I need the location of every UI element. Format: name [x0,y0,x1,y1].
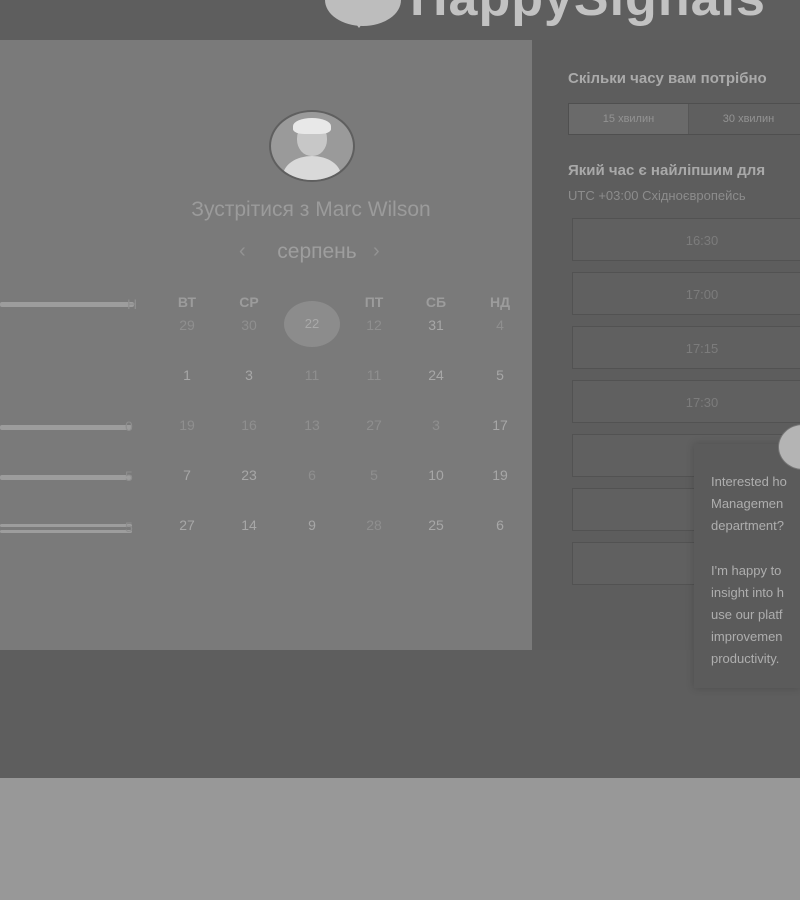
calendar-day[interactable]: 5 [349,467,399,483]
chat-line: department? [711,518,784,533]
line-label: 5 [125,468,133,484]
chat-popup[interactable]: Interested ho Managemen department? I'm … [694,444,800,688]
line-label: H [127,296,138,312]
calendar-day[interactable]: 4 [475,317,525,333]
calendar-day[interactable]: 24 [411,367,461,383]
calendar-day[interactable]: 19 [475,467,525,483]
chat-line: insight into h [711,585,784,600]
duration-option-30[interactable]: 30 хвилин [689,104,800,134]
chat-line: Interested ho [711,474,787,489]
header: HappySignals [0,0,800,40]
calendar-day[interactable]: 7 [162,467,212,483]
chevron-right-icon[interactable]: › [373,240,380,263]
time-slot[interactable]: 17:15 [572,326,800,369]
calendar-day[interactable]: 19 [162,417,212,433]
calendar-day[interactable]: 29 [162,317,212,333]
weekday-label: ВТ [177,294,197,310]
time-slot[interactable]: 16:30 [572,218,800,261]
calendar-panel: Зустрітися з Marc Wilson ‹ серпень › H 0… [0,40,532,650]
calendar-day[interactable]: 13 [287,417,337,433]
calendar-line [0,475,132,480]
calendar-day[interactable]: 6 [475,517,525,533]
calendar-line [0,524,132,527]
calendar-day[interactable]: 1 [162,367,212,383]
calendar-day[interactable]: 25 [411,517,461,533]
month-navigation: ‹ серпень › [232,240,392,268]
calendar-day[interactable]: 3 [224,367,274,383]
avatar-body [283,156,341,180]
duration-option-15[interactable]: 15 хвилин [569,104,689,134]
line-label: 5 [125,519,133,535]
calendar-day[interactable]: 6 [287,467,337,483]
calendar-day[interactable]: 5 [475,367,525,383]
weekday-label: СБ [425,294,447,310]
calendar-day[interactable]: 11 [287,367,337,383]
avatar-hair [293,118,331,134]
time-slot[interactable]: 17:00 [572,272,800,315]
calendar-line [0,530,132,533]
calendar-line [0,425,132,430]
meet-title: Зустрітися з Marc Wilson [191,198,431,221]
weekday-label: СР [239,294,259,310]
chevron-left-icon[interactable]: ‹ [239,240,246,263]
weekday-label: НД [489,294,511,310]
chat-line: use our platf [711,607,783,622]
chat-line: I'm happy to [711,563,782,578]
calendar-day[interactable]: 12 [349,317,399,333]
logo-text: HappySignals [410,0,766,28]
timezone-label[interactable]: UTC +03:00 Східноєвропейсь [568,188,746,203]
calendar-day[interactable]: 11 [349,367,399,383]
chat-message: Interested ho Managemen department? I'm … [711,471,787,670]
app-screen: HappySignals Зустрітися з Marc Wilson ‹ … [0,0,800,778]
host-avatar [269,110,355,182]
month-label: серпень [277,240,357,263]
duration-tabs: 15 хвилин 30 хвилин [568,103,800,135]
calendar-day[interactable]: 3 [411,417,461,433]
weekday-label: ПТ [364,294,384,310]
calendar-day[interactable]: 14 [224,517,274,533]
calendar-day[interactable]: 28 [349,517,399,533]
logo-icon [325,0,401,28]
chat-line: improvemen [711,629,783,644]
chat-line: productivity. [711,651,780,666]
calendar-day[interactable]: 27 [162,517,212,533]
time-slot[interactable]: 17:30 [572,380,800,423]
chat-line: Managemen [711,496,784,511]
calendar-day[interactable]: 10 [411,467,461,483]
calendar-day[interactable]: 27 [349,417,399,433]
calendar-day[interactable]: 17 [475,417,525,433]
line-label: 0 [125,418,133,434]
calendar-day-selected[interactable]: 22 [284,301,340,347]
calendar-day[interactable]: 31 [411,317,461,333]
calendar-day[interactable]: 23 [224,467,274,483]
calendar-day[interactable]: 9 [287,517,337,533]
calendar-day[interactable]: 16 [224,417,274,433]
calendar-line [0,302,134,307]
calendar-day[interactable]: 30 [224,317,274,333]
duration-question: Скільки часу вам потрібно [568,70,767,87]
time-question: Який час є найліпшим для [568,162,766,179]
